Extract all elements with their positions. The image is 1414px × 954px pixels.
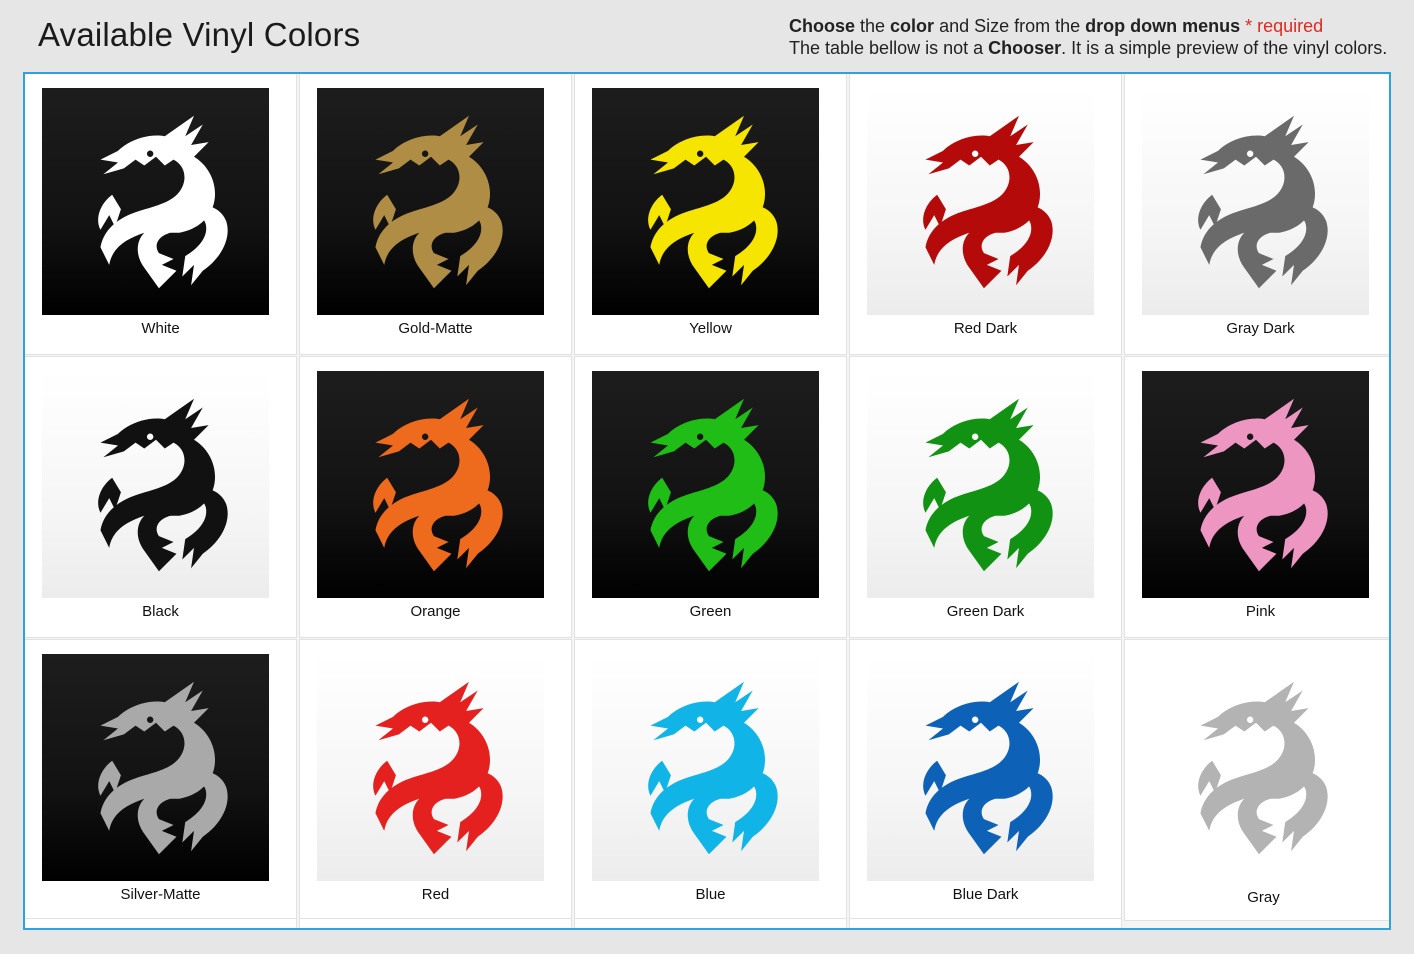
color-name: Green Dark xyxy=(946,603,1025,620)
color-cell-black: Black xyxy=(25,357,296,637)
color-swatch xyxy=(867,371,1094,598)
color-name: White xyxy=(141,320,180,337)
color-swatch xyxy=(867,88,1094,315)
dragon-icon xyxy=(372,681,503,854)
color-cell-orange: Orange xyxy=(300,357,571,637)
dragon-icon xyxy=(97,115,228,288)
color-name: Red Dark xyxy=(953,320,1018,337)
text-table-note: The table bellow is not a xyxy=(789,38,989,58)
color-name: Black xyxy=(142,603,179,620)
color-cell-pink: Pink xyxy=(1125,357,1389,637)
dragon-icon xyxy=(372,398,503,571)
color-swatch xyxy=(42,371,269,598)
dragon-icon xyxy=(647,681,778,854)
color-cell-gold-matte: Gold-Matte xyxy=(300,74,571,354)
color-swatch xyxy=(592,654,819,881)
color-cell-red-dark: Red Dark xyxy=(850,74,1121,354)
color-cell-blue: Blue xyxy=(575,640,846,920)
color-swatch xyxy=(317,654,544,881)
chooser-word: Chooser xyxy=(988,38,1062,58)
dragon-icon xyxy=(1197,398,1328,571)
color-name: Green xyxy=(689,603,732,620)
color-name: Blue Dark xyxy=(952,886,1019,903)
color-preview-table: White Gold-Matte Yellow Red Dark Gray Da… xyxy=(23,72,1391,930)
partial-row-cell xyxy=(25,919,296,928)
dragon-icon xyxy=(97,681,228,854)
color-cell-blue-dark: Blue Dark xyxy=(850,640,1121,920)
color-cell-gray-dark: Gray Dark xyxy=(1125,74,1389,354)
instructions-line-2: The table bellow is not a Chooser. It is… xyxy=(789,37,1387,59)
dragon-icon xyxy=(1197,681,1328,854)
dragon-icon xyxy=(647,115,778,288)
color-swatch xyxy=(317,371,544,598)
partial-row-cell xyxy=(850,919,1121,928)
color-name: Red xyxy=(421,886,450,903)
color-cell-red: Red xyxy=(300,640,571,920)
instructions: Choose the color and Size from the drop … xyxy=(789,15,1387,59)
partial-row-cell xyxy=(575,919,846,928)
color-name: Blue xyxy=(695,886,726,903)
dragon-icon xyxy=(97,398,228,571)
dragon-icon xyxy=(922,681,1053,854)
color-word: color xyxy=(890,16,935,36)
color-name: Gray xyxy=(1247,889,1280,906)
choose-word: Choose xyxy=(789,16,856,36)
text-the: the xyxy=(855,16,891,36)
text-simple-preview: . It is a simple preview of the vinyl co… xyxy=(1061,38,1388,58)
required-note: * required xyxy=(1240,16,1324,36)
color-name: Yellow xyxy=(689,320,732,337)
color-swatch xyxy=(1142,88,1369,315)
color-swatch xyxy=(1142,371,1369,598)
color-swatch xyxy=(42,654,269,881)
color-cell-silver-matte: Silver-Matte xyxy=(25,640,296,920)
color-swatch xyxy=(592,371,819,598)
color-cell-white: White xyxy=(25,74,296,354)
dragon-icon xyxy=(372,115,503,288)
color-cell-green-dark: Green Dark xyxy=(850,357,1121,637)
dragon-icon xyxy=(922,115,1053,288)
partial-row-cell xyxy=(300,919,571,928)
text-and-size: and Size from the xyxy=(934,16,1086,36)
dragon-icon xyxy=(922,398,1053,571)
color-name: Gray Dark xyxy=(1226,320,1295,337)
color-name: Pink xyxy=(1245,603,1276,620)
color-swatch xyxy=(1142,654,1369,881)
instructions-line-1: Choose the color and Size from the drop … xyxy=(789,15,1387,37)
color-swatch xyxy=(42,88,269,315)
dragon-icon xyxy=(1197,115,1328,288)
color-swatch xyxy=(317,88,544,315)
color-name: Silver-Matte xyxy=(120,886,201,903)
color-grid: White Gold-Matte Yellow Red Dark Gray Da… xyxy=(25,74,1389,920)
color-name: Gold-Matte xyxy=(398,320,473,337)
color-swatch xyxy=(867,654,1094,881)
page-title: Available Vinyl Colors xyxy=(38,16,361,53)
color-cell-yellow: Yellow xyxy=(575,74,846,354)
color-cell-green: Green xyxy=(575,357,846,637)
color-cell-gray: Gray xyxy=(1125,640,1389,920)
color-swatch xyxy=(592,88,819,315)
drop-down-menus-word: drop down menus xyxy=(1085,16,1241,36)
color-name: Orange xyxy=(410,603,461,620)
dragon-icon xyxy=(647,398,778,571)
